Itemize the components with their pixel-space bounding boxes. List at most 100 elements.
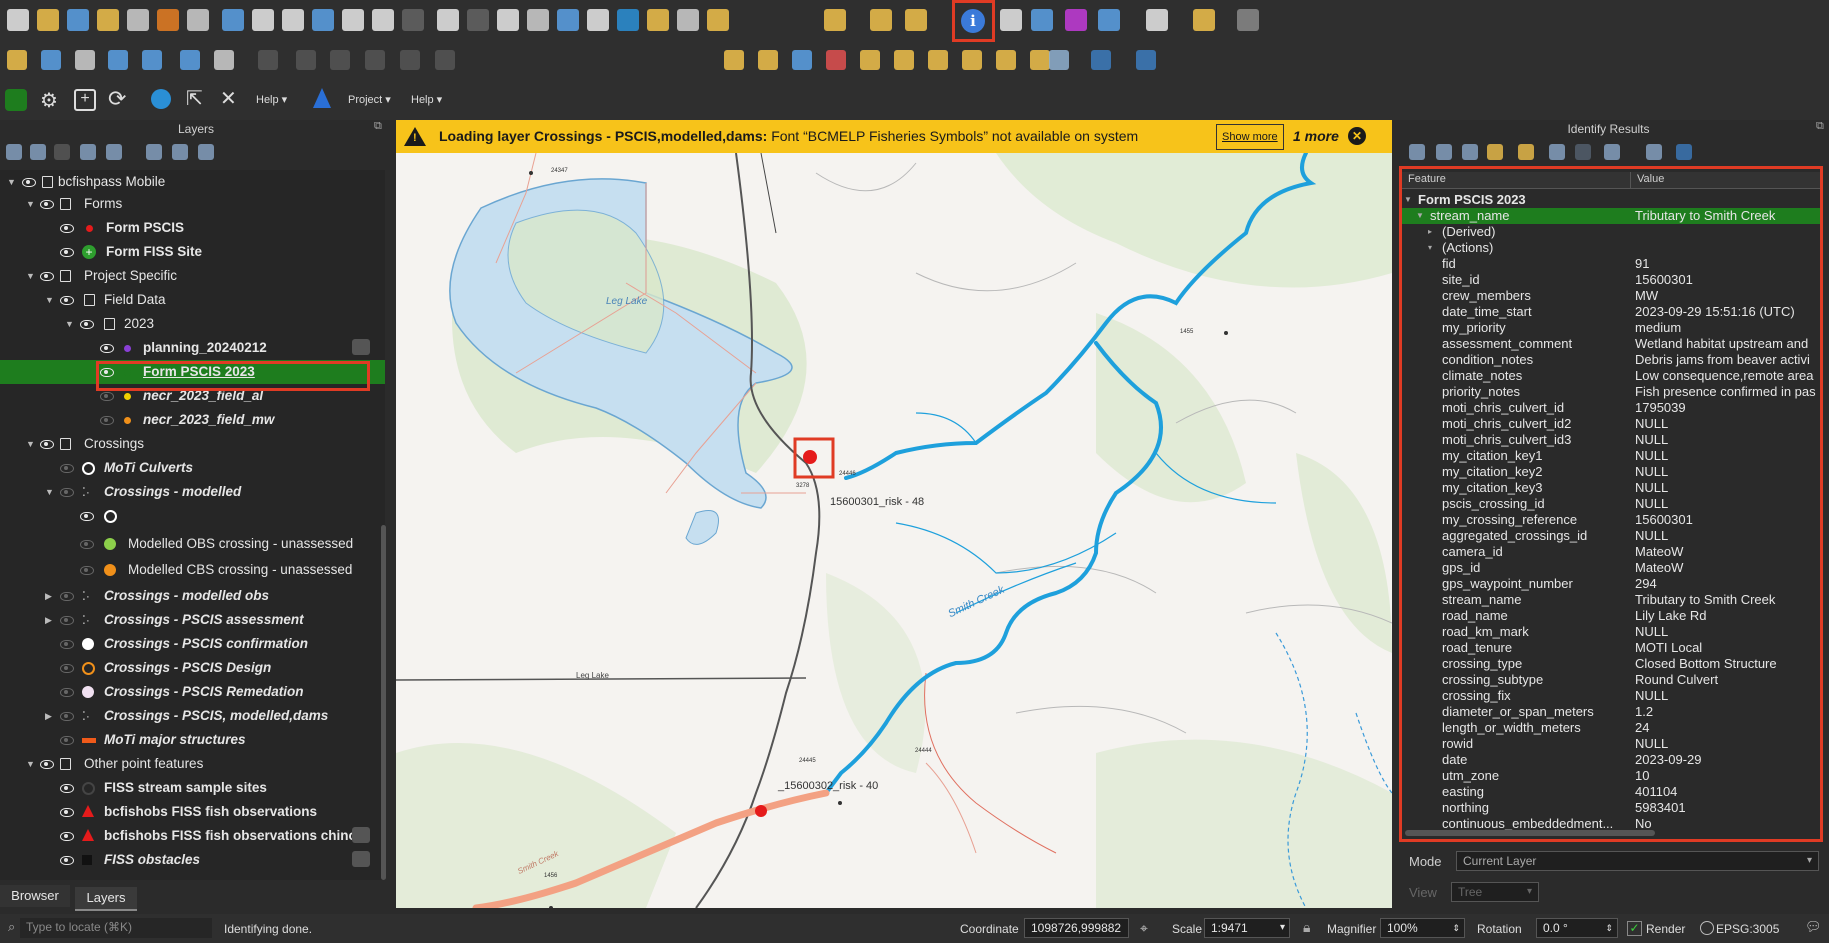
refresh-icon[interactable]: ⟳ bbox=[108, 86, 126, 112]
layer-tree-row[interactable]: ▼ Project Specific bbox=[0, 264, 385, 288]
visibility-eye-icon[interactable] bbox=[40, 760, 54, 769]
visibility-eye-icon[interactable] bbox=[60, 640, 74, 649]
print-icon[interactable] bbox=[1575, 144, 1591, 160]
zoom-last-icon[interactable] bbox=[437, 9, 459, 31]
layer-tree-row[interactable]: ▼ bcfishpass Mobile bbox=[0, 170, 385, 194]
plugins-gear-icon[interactable] bbox=[1237, 9, 1259, 31]
edit-pencil-icon[interactable] bbox=[108, 50, 128, 70]
select-by-value-icon[interactable] bbox=[707, 9, 729, 31]
visibility-eye-icon[interactable] bbox=[80, 320, 94, 329]
settings-wrench-icon[interactable] bbox=[1646, 144, 1662, 160]
expand-arrow-icon[interactable]: ▼ bbox=[7, 170, 16, 194]
expand-all-icon[interactable] bbox=[146, 144, 162, 160]
filter-expression-icon[interactable] bbox=[106, 144, 122, 160]
tab-browser[interactable]: Browser bbox=[0, 885, 70, 907]
collapse-all-icon[interactable] bbox=[172, 144, 188, 160]
add-icon[interactable]: + bbox=[74, 89, 96, 111]
visibility-eye-icon[interactable] bbox=[40, 440, 54, 449]
save-edits-icon[interactable] bbox=[142, 50, 162, 70]
label-extra-icon[interactable] bbox=[1030, 50, 1050, 70]
vertex-tool-icon[interactable] bbox=[214, 50, 234, 70]
coordinate-toggle-icon[interactable]: ⌖ bbox=[1140, 920, 1148, 937]
show-bookmarks-icon[interactable] bbox=[587, 9, 609, 31]
style-panel-icon[interactable] bbox=[6, 144, 22, 160]
layer-tree-row[interactable]: ▶ ⁚· Crossings - modelled obs bbox=[0, 584, 385, 608]
pan-to-selection-icon[interactable] bbox=[222, 9, 244, 31]
visibility-eye-icon[interactable] bbox=[40, 272, 54, 281]
help-menu-2[interactable]: Help ▾ bbox=[411, 93, 442, 106]
visibility-eye-icon[interactable] bbox=[60, 224, 74, 233]
expand-arrow-icon[interactable]: ▶ bbox=[45, 704, 52, 728]
expand-new-icon[interactable] bbox=[1462, 144, 1478, 160]
python-console-icon[interactable] bbox=[1091, 50, 1111, 70]
map-canvas[interactable]: Leg Lake Leg Lake Smith Creek Smith Cree… bbox=[396, 153, 1392, 908]
filter-funnel-icon[interactable] bbox=[352, 827, 370, 843]
rotation-field[interactable]: 0.0 ° ⇕ bbox=[1536, 918, 1618, 938]
statistics-sum-icon[interactable] bbox=[1065, 9, 1087, 31]
undo-icon[interactable] bbox=[400, 50, 420, 70]
visibility-eye-icon[interactable] bbox=[60, 712, 74, 721]
layer-tree-row[interactable]: ▼ Field Data bbox=[0, 288, 385, 312]
show-more-button[interactable]: Show more bbox=[1216, 124, 1284, 150]
layer-tree-row[interactable]: FISS obstacles bbox=[0, 848, 385, 872]
visibility-eye-icon[interactable] bbox=[60, 488, 74, 497]
open-field-calc-icon[interactable] bbox=[1098, 9, 1120, 31]
identify-mode-icon[interactable] bbox=[1604, 144, 1620, 160]
visibility-eye-icon[interactable] bbox=[80, 540, 94, 549]
filter-legend-icon[interactable] bbox=[80, 144, 96, 160]
label-move-icon[interactable] bbox=[826, 50, 846, 70]
layer-tree-row[interactable]: ▶ ⁚· Crossings - PSCIS assessment bbox=[0, 608, 385, 632]
filter-funnel-icon[interactable] bbox=[352, 339, 370, 355]
add-group-icon[interactable] bbox=[30, 144, 46, 160]
bookmark-icon[interactable] bbox=[557, 9, 579, 31]
layer-tree-row[interactable]: ▶ ⁚· Crossings - PSCIS, modelled,dams bbox=[0, 704, 385, 728]
zoom-native-icon[interactable] bbox=[402, 9, 424, 31]
zoom-selection-icon[interactable] bbox=[372, 9, 394, 31]
layers-scrollbar[interactable] bbox=[381, 525, 386, 880]
manage-visibility-icon[interactable] bbox=[54, 144, 70, 160]
layer-tree-row[interactable]: + Form FISS Site bbox=[0, 240, 385, 264]
visibility-eye-icon[interactable] bbox=[60, 688, 74, 697]
processing-gear-icon[interactable] bbox=[1031, 9, 1053, 31]
mode-select[interactable]: Current Layer ▾ bbox=[1456, 851, 1819, 871]
deselect-icon[interactable] bbox=[824, 9, 846, 31]
open-external-icon[interactable]: ⇱ bbox=[186, 86, 203, 111]
redo-icon[interactable] bbox=[435, 50, 455, 70]
visibility-eye-icon[interactable] bbox=[60, 856, 74, 865]
render-checkbox[interactable]: ✓ bbox=[1627, 921, 1642, 936]
expand-arrow-icon[interactable]: ▼ bbox=[65, 312, 74, 336]
help-icon[interactable] bbox=[1676, 144, 1692, 160]
layer-tree-row[interactable]: MoTi Culverts bbox=[0, 456, 385, 480]
layer-tree-row[interactable]: ▼ Forms bbox=[0, 192, 385, 216]
expand-arrow-icon[interactable]: ▼ bbox=[45, 480, 54, 504]
label-pin-icon[interactable] bbox=[758, 50, 778, 70]
visibility-eye-icon[interactable] bbox=[100, 416, 114, 425]
layer-tree-row[interactable]: Modelled OBS crossing - unassessed bbox=[0, 532, 385, 556]
copy-icon[interactable] bbox=[330, 50, 350, 70]
new-project-icon[interactable] bbox=[7, 9, 29, 31]
new-map-view-icon[interactable] bbox=[497, 9, 519, 31]
visibility-eye-icon[interactable] bbox=[60, 808, 74, 817]
layer-tree-row[interactable]: planning_20240212 bbox=[0, 336, 385, 360]
zoom-out-icon[interactable] bbox=[282, 9, 304, 31]
zoom-layer-icon[interactable] bbox=[342, 9, 364, 31]
collapse-tree-icon[interactable] bbox=[1436, 144, 1452, 160]
paste-icon[interactable] bbox=[365, 50, 385, 70]
crs-button[interactable]: EPSG:3005 bbox=[1716, 922, 1779, 936]
filter-funnel-icon[interactable] bbox=[352, 851, 370, 867]
help-icon[interactable] bbox=[1136, 50, 1156, 70]
visibility-eye-icon[interactable] bbox=[60, 248, 74, 257]
messages-icon[interactable]: 💬︎ bbox=[1805, 919, 1822, 935]
layer-tree-row[interactable]: ▼ Other point features bbox=[0, 752, 385, 776]
magnifier-field[interactable]: 100% ⇕ bbox=[1380, 918, 1465, 938]
close-message-icon[interactable]: ✕ bbox=[1348, 127, 1366, 145]
view-select[interactable]: Tree ▾ bbox=[1451, 882, 1539, 902]
expand-arrow-icon[interactable]: ▼ bbox=[26, 432, 35, 456]
identify-panel-close-icon[interactable]: ⧉ bbox=[1816, 120, 1824, 133]
expand-arrow-icon[interactable]: ▶ bbox=[45, 608, 52, 632]
select-feature-icon[interactable] bbox=[677, 9, 699, 31]
layer-tree-row[interactable] bbox=[0, 504, 385, 528]
visibility-eye-icon[interactable] bbox=[80, 566, 94, 575]
expand-arrow-icon[interactable]: ▶ bbox=[45, 584, 52, 608]
cut-icon[interactable] bbox=[296, 50, 316, 70]
